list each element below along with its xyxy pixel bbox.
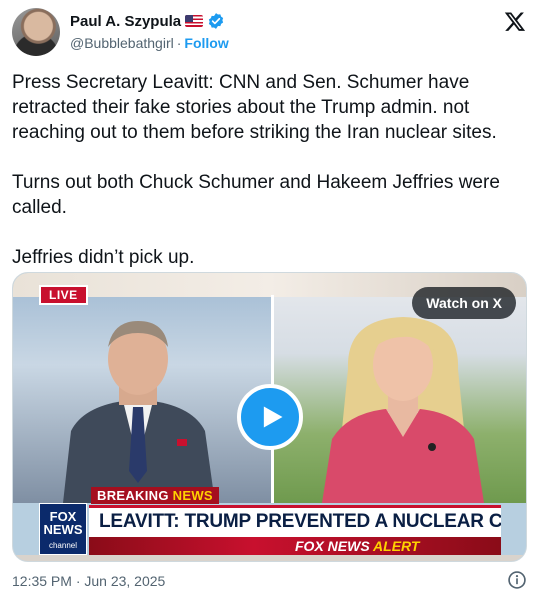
live-badge: LIVE <box>39 285 88 305</box>
author-name-row: Paul A. Szypula <box>70 12 225 30</box>
breaking-news-tag: BREAKING NEWS <box>91 487 219 504</box>
play-icon <box>263 406 283 428</box>
chyron: BREAKING NEWS FOX NEWS channel LEAVITT: … <box>13 485 526 561</box>
logo-line3: channel <box>48 541 78 550</box>
alert-prefix: FOX NEWS <box>295 538 374 554</box>
us-flag-icon <box>185 15 204 27</box>
tweet-footer: 12:35 PM · Jun 23, 2025 <box>12 570 527 592</box>
author-name[interactable]: Paul A. Szypula <box>70 13 181 30</box>
author-handle-row: @Bubblebathgirl · Follow <box>70 35 229 51</box>
fox-news-logo: FOX NEWS channel <box>39 503 87 555</box>
tweet-paragraph: Turns out both Chuck Schumer and Hakeem … <box>12 172 500 218</box>
alert-text: FOX NEWS ALERT <box>295 537 419 555</box>
tweet-paragraph: Press Secretary Leavitt: CNN and Sen. Sc… <box>12 72 497 143</box>
separator-dot: · <box>176 35 182 51</box>
author-handle[interactable]: @Bubblebathgirl <box>70 35 174 51</box>
info-icon[interactable] <box>507 570 527 590</box>
timestamp[interactable]: 12:35 PM · Jun 23, 2025 <box>12 573 165 589</box>
avatar[interactable] <box>12 8 60 56</box>
video-player[interactable]: LIVE Watch on X BREAKING NEWS FOX NEWS c… <box>12 272 527 562</box>
watch-on-x-button[interactable]: Watch on X <box>412 287 516 319</box>
logo-line2: NEWS <box>43 522 83 537</box>
tweet-header: Paul A. Szypula @Bubblebathgirl · Follow <box>12 8 527 58</box>
follow-button[interactable]: Follow <box>184 35 228 51</box>
press-secretary-figure <box>322 317 484 503</box>
breaking-suffix: NEWS <box>172 488 213 503</box>
breaking-prefix: BREAKING <box>97 488 173 503</box>
alert-bar: FOX NEWS ALERT <box>89 537 501 555</box>
alert-suffix: ALERT <box>373 538 420 554</box>
anchor-figure <box>63 321 215 503</box>
verified-badge-icon <box>209 13 224 29</box>
x-logo-icon[interactable] <box>503 10 527 34</box>
bottom-band <box>13 555 526 561</box>
chyron-headline: LEAVITT: TRUMP PREVENTED A NUCLEAR CONFL… <box>89 505 501 537</box>
tweet-paragraph: Jeffries didn’t pick up. <box>12 247 195 268</box>
tweet-text: Press Secretary Leavitt: CNN and Sen. Sc… <box>12 70 527 295</box>
play-button[interactable] <box>237 384 303 450</box>
